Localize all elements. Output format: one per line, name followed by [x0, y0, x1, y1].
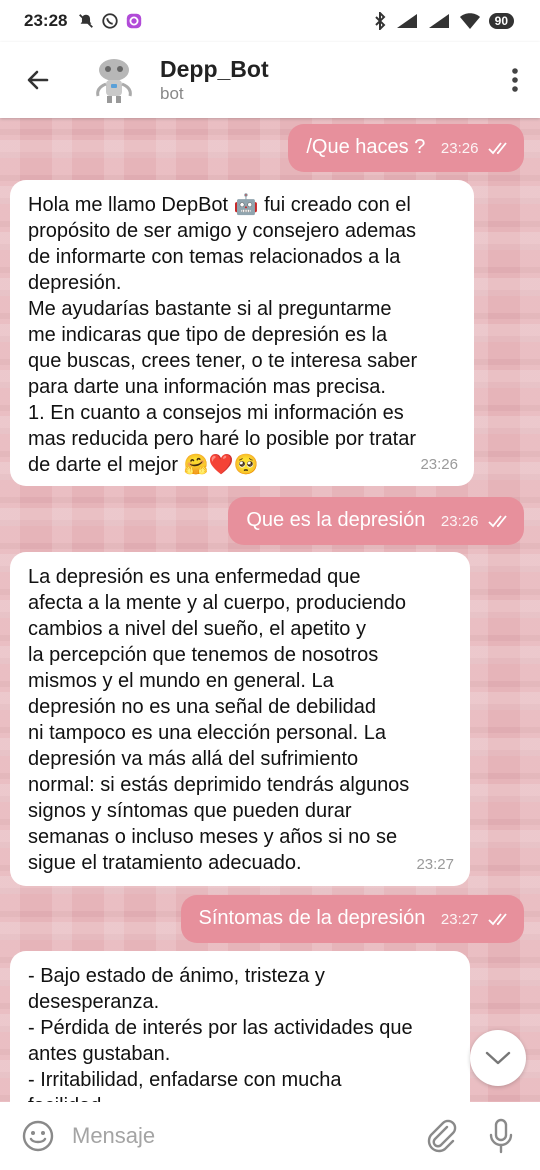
- emoji-button[interactable]: [18, 1116, 58, 1156]
- message-composer: [0, 1102, 540, 1170]
- wifi-icon: [459, 13, 480, 29]
- mute-icon: [79, 14, 94, 28]
- signal-icon: [396, 14, 417, 28]
- message-text: Síntomas de la depresión: [198, 907, 426, 929]
- message-time: 23:26: [440, 513, 479, 530]
- message-outgoing[interactable]: /Que haces ? 23:26: [288, 124, 524, 172]
- message-input[interactable]: [72, 1123, 404, 1149]
- bluetooth-icon: [374, 12, 386, 30]
- more-options-button[interactable]: [490, 42, 540, 118]
- message-outgoing[interactable]: Síntomas de la depresión 23:27: [180, 895, 524, 943]
- chevron-down-icon: [485, 1051, 511, 1065]
- chat-title-block[interactable]: Depp_Bot bot: [160, 55, 269, 105]
- smiley-icon: [22, 1120, 54, 1152]
- attach-button[interactable]: [418, 1113, 464, 1159]
- app-notification-icon: [127, 13, 142, 29]
- robot-avatar-icon: [96, 59, 132, 103]
- whatsapp-icon: [102, 13, 119, 29]
- double-check-icon: [488, 142, 507, 155]
- double-check-icon: [488, 515, 507, 528]
- status-bar: 23:28 90: [0, 0, 540, 42]
- chat-subtitle: bot: [160, 84, 184, 103]
- message-time: 23:27: [440, 911, 479, 928]
- status-time: 23:28: [24, 11, 68, 30]
- back-button[interactable]: [0, 42, 76, 118]
- battery-level: 90: [488, 13, 514, 29]
- microphone-icon: [489, 1118, 513, 1154]
- bot-avatar[interactable]: [86, 52, 142, 108]
- scroll-to-bottom-button[interactable]: [470, 1030, 526, 1086]
- paperclip-icon: [427, 1119, 457, 1153]
- message-text: La depresión es una enfermedad que afect…: [28, 566, 410, 874]
- message-time: 23:26: [420, 456, 458, 473]
- message-time: 23:27: [416, 856, 454, 873]
- more-vertical-icon: [512, 68, 518, 92]
- signal-icon-2: [428, 14, 449, 28]
- chat-header: Depp_Bot bot: [0, 42, 540, 118]
- message-time: 23:26: [440, 140, 479, 157]
- chat-title: Depp_Bot: [160, 56, 269, 82]
- message-incoming[interactable]: La depresión es una enfermedad que afect…: [10, 552, 470, 886]
- message-text: Hola me llamo DepBot 🤖 fui creado con el…: [28, 194, 418, 476]
- microphone-button[interactable]: [478, 1113, 524, 1159]
- message-outgoing[interactable]: Que es la depresión 23:26: [228, 497, 524, 545]
- message-text: - Bajo estado de ánimo, tristeza y deses…: [28, 965, 413, 1117]
- double-check-icon: [488, 913, 507, 926]
- arrow-left-icon: [27, 70, 49, 90]
- message-incoming[interactable]: Hola me llamo DepBot 🤖 fui creado con el…: [10, 180, 474, 486]
- message-text: Que es la depresión: [246, 509, 426, 531]
- message-incoming[interactable]: - Bajo estado de ánimo, tristeza y deses…: [10, 951, 470, 1121]
- message-text: /Que haces ?: [306, 136, 426, 158]
- status-icons: 90: [373, 12, 514, 30]
